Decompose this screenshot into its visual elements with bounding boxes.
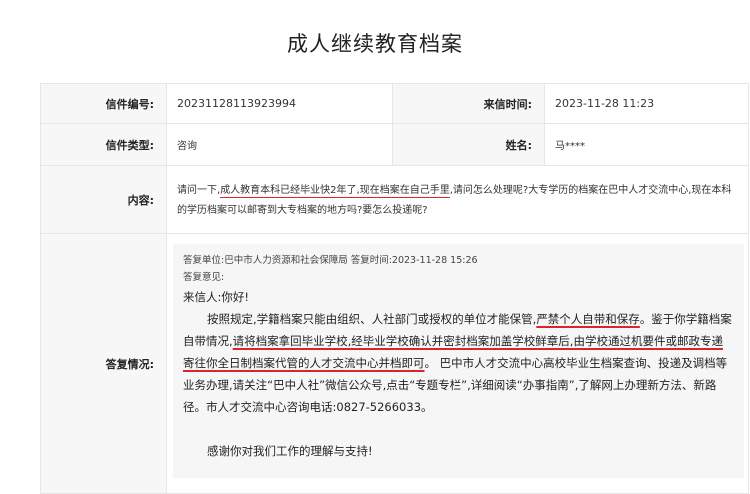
table-row: 答复情况: 答复单位:巴中市人力资源和社会保障局 答复时间:2023-11-28… (40, 233, 749, 494)
reply-box: 答复单位:巴中市人力资源和社会保障局 答复时间:2023-11-28 15:26… (173, 244, 744, 478)
letter-no-value: 20231128113923994 (166, 83, 393, 124)
reply-body: 来信人:你好! 按照规定,学籍档案只能由组织、人社部门或授权的单位才能保管,严禁… (183, 286, 734, 462)
content-label: 内容: (40, 165, 167, 234)
content-value: 请问一下,成人教育本科已经毕业快2年了,现在档案在自己手里,请问怎么处理呢?大专… (166, 165, 749, 234)
letter-content-text: 请问一下,成人教育本科已经毕业快2年了,现在档案在自己手里,请问怎么处理呢?大专… (177, 179, 738, 221)
letter-type-value: 咨询 (166, 123, 393, 166)
reply-underlined-text: 严禁个人自带和保存 (536, 312, 640, 326)
content-text-part: 请问一下, (177, 184, 221, 196)
reply-value: 答复单位:巴中市人力资源和社会保障局 答复时间:2023-11-28 15:26… (166, 233, 749, 494)
reply-unit-line: 答复单位:巴中市人力资源和社会保障局 答复时间:2023-11-28 15:26 (183, 255, 478, 266)
reply-text-part: 按照规定,学籍档案只能由组织、人社部门或授权的单位才能保管, (207, 312, 537, 326)
table-row: 内容: 请问一下,成人教育本科已经毕业快2年了,现在档案在自己手里,请问怎么处理… (40, 165, 749, 234)
letter-type-label: 信件类型: (40, 123, 167, 166)
reply-label: 答复情况: (40, 233, 167, 494)
content-underlined-text: 成人教育本科已经毕业快2年了,现在档案在自己手里 (220, 184, 450, 198)
letter-no-label: 信件编号: (40, 83, 167, 124)
name-value: 马**** (544, 123, 749, 166)
received-time-value: 2023-11-28 11:23 (544, 83, 749, 124)
reply-thanks: 感谢你对我们工作的理解与支持! (207, 444, 373, 458)
reply-opinion-label: 答复意见: (183, 272, 225, 283)
letter-detail-table: 信件编号: 20231128113923994 来信时间: 2023-11-28… (40, 83, 749, 494)
name-label: 姓名: (392, 123, 545, 166)
table-row: 信件类型: 咨询 姓名: 马**** (40, 123, 749, 166)
page-title: 成人继续教育档案 (287, 32, 463, 56)
reply-greeting: 来信人:你好! (183, 290, 249, 304)
received-time-label: 来信时间: (392, 83, 545, 124)
reply-paragraph: 按照规定,学籍档案只能由组织、人社部门或授权的单位才能保管,严禁个人自带和保存。… (183, 308, 734, 418)
table-row: 信件编号: 20231128113923994 来信时间: 2023-11-28… (40, 83, 749, 124)
